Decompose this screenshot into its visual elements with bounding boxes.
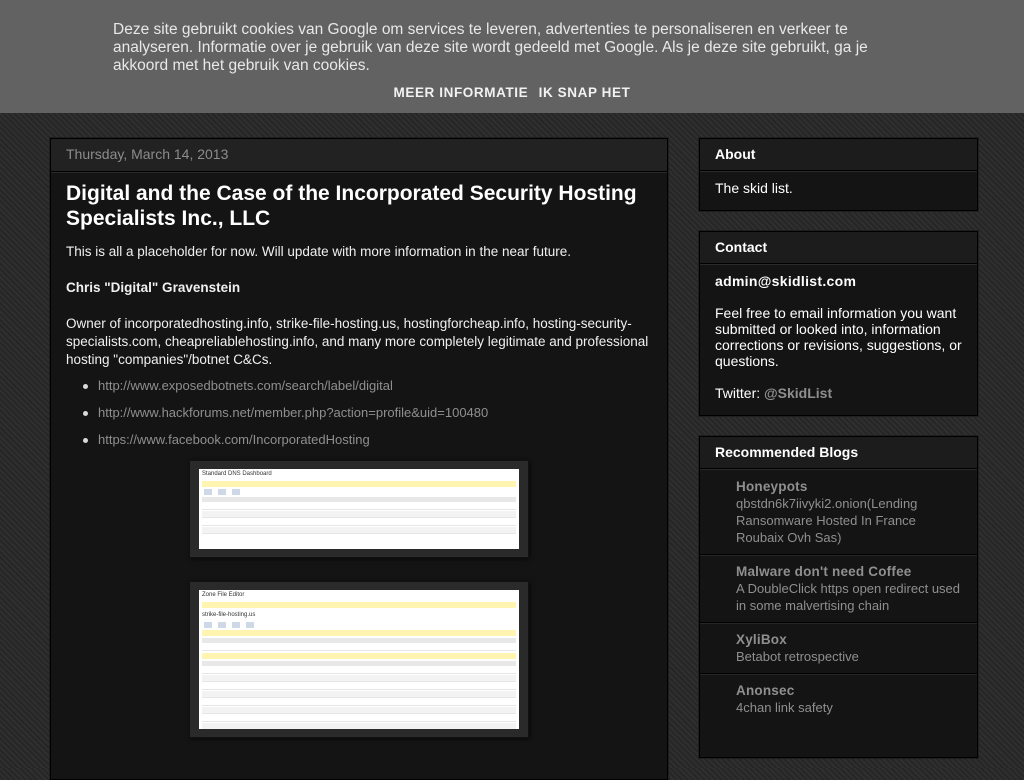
- screenshot-title: Standard DNS Dashboard: [202, 471, 272, 477]
- about-text: The skid list.: [700, 171, 977, 206]
- post-date: Thursday, March 14, 2013: [51, 139, 667, 172]
- screenshot-domain: strike-file-hosting.us: [202, 612, 256, 618]
- recommended-blogs-widget: Recommended Blogs Honeypots qbstdn6k7iiv…: [699, 436, 978, 758]
- contact-description: Feel free to email information you want …: [715, 305, 962, 369]
- recommended-blogs-title: Recommended Blogs: [700, 437, 977, 469]
- blog-list: Honeypots qbstdn6k7iivyki2.onion(Lending…: [700, 469, 977, 724]
- blog-post-link[interactable]: Betabot retrospective: [736, 648, 962, 665]
- blog-name-link[interactable]: Malware don't need Coffee: [736, 563, 962, 580]
- cookie-actions: MEER INFORMATIE IK SNAP HET: [0, 85, 1024, 100]
- post-person-name: Chris "Digital" Gravenstein: [66, 280, 241, 295]
- cookie-consent-text: Deze site gebruikt cookies van Google om…: [113, 21, 868, 74]
- list-item: Malware don't need Coffee A DoubleClick …: [700, 555, 977, 623]
- blog-post-link[interactable]: A DoubleClick https open redirect used i…: [736, 580, 962, 614]
- list-item: XyliBox Betabot retrospective: [700, 623, 977, 674]
- reference-link[interactable]: http://www.hackforums.net/member.php?act…: [98, 405, 488, 420]
- post-description: Owner of incorporatedhosting.info, strik…: [66, 316, 649, 367]
- list-item: http://www.exposedbotnets.com/search/lab…: [66, 377, 652, 395]
- post: Digital and the Case of the Incorporated…: [51, 172, 667, 449]
- screenshot-image: Zone File Editor strike-file-hosting.us: [199, 590, 519, 729]
- list-item: Anonsec 4chan link safety: [700, 674, 977, 724]
- list-item: Honeypots qbstdn6k7iivyki2.onion(Lending…: [700, 470, 977, 555]
- blog-name-link[interactable]: Honeypots: [736, 478, 962, 495]
- contact-email: admin@skidlist.com: [715, 273, 857, 289]
- accept-cookies-link[interactable]: IK SNAP HET: [539, 85, 631, 100]
- blog-name-link[interactable]: Anonsec: [736, 682, 962, 699]
- post-title[interactable]: Digital and the Case of the Incorporated…: [66, 181, 652, 231]
- twitter-label: Twitter:: [715, 385, 765, 401]
- list-item: https://www.facebook.com/IncorporatedHos…: [66, 431, 652, 449]
- cookie-consent-bar: Deze site gebruikt cookies van Google om…: [0, 0, 1024, 113]
- blog-post-link[interactable]: 4chan link safety: [736, 699, 962, 716]
- list-item: http://www.hackforums.net/member.php?act…: [66, 404, 652, 422]
- reference-links: http://www.exposedbotnets.com/search/lab…: [66, 377, 652, 449]
- main-column: Thursday, March 14, 2013 Digital and the…: [50, 138, 668, 780]
- post-body: This is all a placeholder for now. Will …: [66, 243, 652, 449]
- twitter-link[interactable]: @SkidList: [764, 385, 832, 401]
- contact-content: admin@skidlist.com Feel free to email in…: [700, 264, 977, 411]
- reference-link[interactable]: https://www.facebook.com/IncorporatedHos…: [98, 432, 370, 447]
- blog-post-link[interactable]: qbstdn6k7iivyki2.onion(Lending Ransomwar…: [736, 495, 962, 546]
- screenshot-zone-file-editor[interactable]: Zone File Editor strike-file-hosting.us: [189, 581, 529, 738]
- blog-name-link[interactable]: XyliBox: [736, 631, 962, 648]
- about-title: About: [700, 139, 977, 171]
- screenshot-dns-dashboard[interactable]: Standard DNS Dashboard: [189, 460, 529, 558]
- reference-link[interactable]: http://www.exposedbotnets.com/search/lab…: [98, 378, 393, 393]
- post-intro: This is all a placeholder for now. Will …: [66, 244, 571, 259]
- twitter-line: Twitter: @SkidList: [715, 385, 962, 401]
- contact-widget: Contact admin@skidlist.com Feel free to …: [699, 231, 978, 416]
- screenshot-image: Standard DNS Dashboard: [199, 469, 519, 549]
- more-info-link[interactable]: MEER INFORMATIE: [394, 85, 529, 100]
- contact-title: Contact: [700, 232, 977, 264]
- about-widget: About The skid list.: [699, 138, 978, 211]
- screenshot-title: Zone File Editor: [202, 592, 245, 598]
